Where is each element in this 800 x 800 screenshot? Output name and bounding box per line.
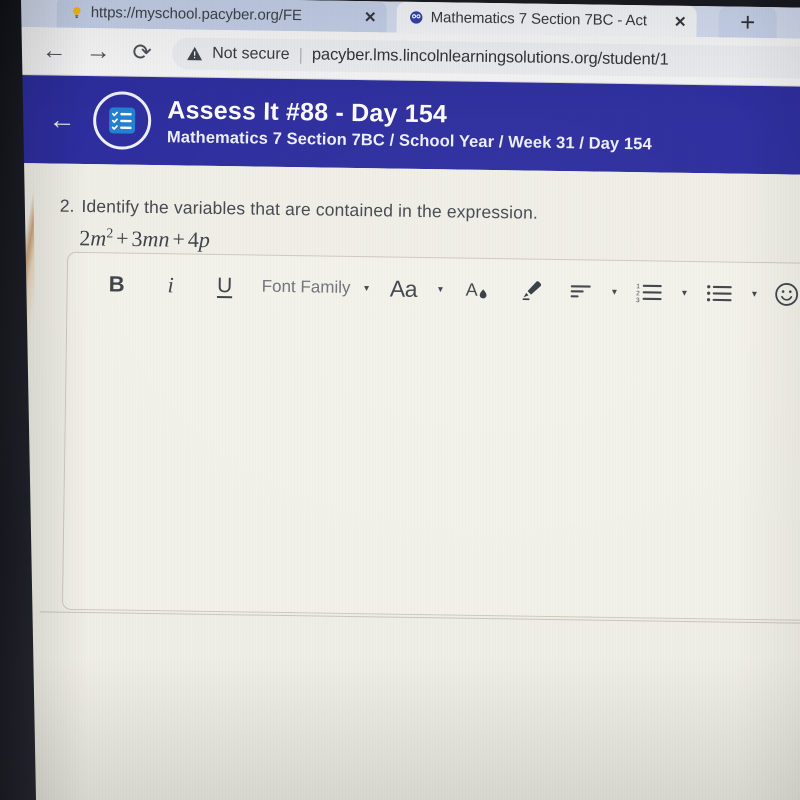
breadcrumb: Mathematics 7 Section 7BC / School Year …: [166, 127, 652, 153]
numbered-list-icon[interactable]: 1 2 3: [626, 272, 673, 313]
expression-term1-coefficient: 2: [79, 225, 91, 251]
text-color-icon[interactable]: A: [452, 269, 503, 310]
page-title: Assess It #88 - Day 154: [167, 95, 448, 128]
italic-button[interactable]: i: [143, 265, 198, 306]
svg-text:3: 3: [636, 297, 640, 304]
svg-text:2: 2: [636, 290, 640, 297]
rich-text-editor: B i U Font Family ▾ Aa ▾ A ▾ 1 2 3 ▾ ▾: [61, 251, 800, 621]
expression-term3-variable: p: [198, 227, 211, 253]
lms-back-button[interactable]: ←: [47, 104, 77, 135]
question-prompt: Identify the variables that are containe…: [81, 195, 539, 223]
question-block: 2. Identify the variables that are conta…: [16, 195, 800, 228]
chevron-down-icon[interactable]: ▾: [428, 269, 453, 309]
editor-toolbar: B i U Font Family ▾ Aa ▾ A ▾ 1 2 3 ▾ ▾: [67, 253, 800, 326]
url-text[interactable]: pacyber.lms.lincolnlearningsolutions.org…: [312, 45, 669, 69]
tab-title: Mathematics 7 Section 7BC - Act: [430, 9, 647, 30]
svg-text:1: 1: [636, 283, 640, 290]
screen-photo: https://myschool.pacyber.org/FE ✕ Mathem…: [0, 0, 800, 800]
bullet-list-icon[interactable]: [696, 273, 743, 314]
chevron-down-icon[interactable]: ▾: [742, 274, 767, 314]
lms-header: ← Assess It #88 - Day 154 Mathematics 7 …: [16, 74, 800, 175]
underline-button[interactable]: U: [197, 266, 252, 307]
circle-blue-favicon-icon: [409, 10, 424, 25]
emoji-icon[interactable]: [766, 274, 800, 315]
expression-term2-coefficient: 3: [131, 226, 143, 252]
highlighter-icon[interactable]: [502, 270, 561, 311]
back-button[interactable]: ←: [32, 29, 77, 74]
svg-text:A: A: [465, 280, 477, 300]
chevron-down-icon[interactable]: ▾: [354, 268, 379, 308]
expression-operator-1: +: [115, 225, 129, 251]
browser-window: https://myschool.pacyber.org/FE ✕ Mathem…: [6, 0, 800, 800]
close-icon[interactable]: ✕: [672, 12, 689, 30]
assessment-content: 2. Identify the variables that are conta…: [7, 162, 800, 800]
expression-term1-exponent: 2: [106, 225, 114, 241]
chevron-down-icon[interactable]: ▾: [602, 272, 627, 312]
question-number: 2.: [59, 195, 75, 216]
font-family-select[interactable]: Font Family: [251, 266, 354, 308]
warning-triangle-icon[interactable]: [186, 45, 203, 61]
lightbulb-favicon-icon: [69, 5, 84, 20]
forward-button[interactable]: →: [76, 29, 121, 74]
lms-header-text: Assess It #88 - Day 154 Mathematics 7 Se…: [167, 96, 653, 154]
text-align-icon[interactable]: [560, 271, 603, 312]
font-size-label: Aa: [389, 275, 418, 302]
expression-term1-variable: m: [90, 225, 107, 251]
browser-tab-mathematics[interactable]: Mathematics 7 Section 7BC - Act ✕: [396, 1, 697, 38]
answer-textarea[interactable]: [62, 314, 800, 620]
omnibox-separator: |: [298, 44, 304, 64]
new-tab-button[interactable]: +: [718, 6, 777, 39]
expression-term2-variable: mn: [142, 226, 170, 252]
chevron-down-icon[interactable]: ▾: [672, 273, 697, 313]
close-icon[interactable]: ✕: [362, 8, 379, 26]
reload-button[interactable]: ⟳: [120, 30, 165, 75]
address-bar[interactable]: Not secure | pacyber.lms.lincolnlearning…: [171, 36, 800, 79]
tab-title: https://myschool.pacyber.org/FE: [90, 4, 303, 25]
assessment-checklist-icon: [92, 91, 152, 150]
expression-operator-2: +: [172, 226, 186, 252]
security-status-label: Not secure: [212, 44, 290, 63]
bold-button[interactable]: B: [89, 264, 144, 305]
font-size-button[interactable]: Aa: [378, 268, 429, 309]
